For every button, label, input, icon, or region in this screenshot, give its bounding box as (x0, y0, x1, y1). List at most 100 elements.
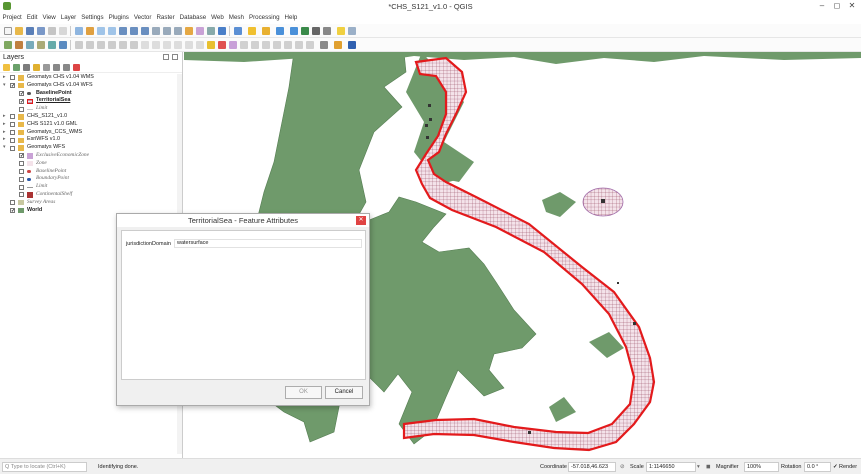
menu-project[interactable]: Project (0, 13, 24, 21)
toggle-editing-icon[interactable] (15, 41, 23, 49)
layer-tree-item[interactable]: ▸ CHS S121 v1.0 GML (0, 121, 177, 129)
layer-visibility-checkbox[interactable] (19, 168, 24, 174)
layer-tree-item[interactable]: ▾ Geomatys WFS (0, 144, 177, 152)
processing-toolbox-icon[interactable] (301, 27, 309, 35)
layer-visibility-checkbox[interactable] (10, 75, 15, 81)
menu-raster[interactable]: Raster (154, 13, 177, 21)
layer-properties-icon[interactable] (251, 41, 259, 49)
layer-tree-item[interactable]: ✓ BaselinePoint (0, 90, 177, 98)
layer-tree-item[interactable]: ▾ ✓ Geomatys CHS v1.04 WFS (0, 82, 177, 90)
pan-icon[interactable] (75, 27, 83, 35)
pin-labels-icon[interactable] (152, 41, 160, 49)
identify-features-icon[interactable] (234, 27, 242, 35)
layer-tree-item[interactable]: BoundaryPoint (0, 175, 177, 183)
annotation-icon[interactable] (229, 41, 237, 49)
show-bookmarks-icon[interactable] (207, 27, 215, 35)
statistics-icon[interactable] (290, 27, 298, 35)
render-checkbox-icon[interactable]: ✓ (833, 464, 838, 470)
layer-visibility-checkbox[interactable] (10, 200, 15, 206)
layer-visibility-checkbox[interactable]: ✓ (19, 153, 24, 159)
close-panel-icon[interactable] (172, 54, 178, 60)
filter-icon[interactable] (306, 41, 314, 49)
zoom-layer-icon[interactable] (141, 27, 149, 35)
new-bookmark-icon[interactable] (196, 27, 204, 35)
cut-features-icon[interactable] (86, 41, 94, 49)
layer-visibility-checkbox[interactable] (10, 137, 15, 143)
sum-icon[interactable] (312, 27, 320, 35)
metadata-icon[interactable] (295, 41, 303, 49)
zoom-in-icon[interactable] (97, 27, 105, 35)
refresh-icon[interactable] (218, 27, 226, 35)
maximize-icon[interactable]: ◻ (830, 1, 844, 11)
layer-visibility-checkbox[interactable] (10, 122, 15, 128)
layer-tree-item[interactable]: BaselinePoint (0, 168, 177, 176)
expand-arrow-icon[interactable]: ▸ (3, 129, 8, 137)
layer-visibility-checkbox[interactable]: ✓ (10, 83, 15, 89)
select-features-icon[interactable] (248, 27, 256, 35)
expand-arrow-icon[interactable]: ▸ (3, 136, 8, 144)
collapse-arrow-icon[interactable]: ▾ (3, 82, 8, 90)
layer-tree-item[interactable]: ✓ TerritorialSea (0, 97, 177, 105)
open-layer-styling-icon[interactable] (3, 64, 10, 71)
label-tool-icon[interactable] (141, 41, 149, 49)
remove-layer-icon[interactable] (73, 64, 80, 71)
layer-tree-item[interactable]: Limit (0, 183, 177, 191)
measure-icon[interactable] (323, 27, 331, 35)
style-dock-icon[interactable] (240, 41, 248, 49)
ok-button[interactable]: OK (285, 386, 322, 399)
show-labels-icon[interactable] (163, 41, 171, 49)
menu-settings[interactable]: Settings (79, 13, 106, 21)
filter-expression-icon[interactable] (43, 64, 50, 71)
delete-selected-icon[interactable] (75, 41, 83, 49)
zoom-native-icon[interactable] (152, 27, 160, 35)
pan-to-selection-icon[interactable] (86, 27, 94, 35)
layer-tree-item[interactable]: ▸ CHS_S121_v1.0 (0, 113, 177, 121)
close-icon[interactable]: ✕ (845, 1, 859, 11)
text-annotation-icon[interactable] (348, 27, 356, 35)
digitize-icon[interactable] (26, 41, 34, 49)
menu-vector[interactable]: Vector (131, 13, 154, 21)
zoom-selection-icon[interactable] (130, 27, 138, 35)
layer-visibility-checkbox[interactable] (10, 145, 15, 151)
scale-field[interactable]: 1:1146650 (646, 462, 696, 472)
lock-scale-icon[interactable]: ⊘ (620, 464, 625, 470)
new-project-icon[interactable] (4, 27, 12, 35)
plugin-manager-icon[interactable] (334, 41, 342, 49)
layer-notes-icon[interactable] (284, 41, 292, 49)
menu-web[interactable]: Web (209, 13, 227, 21)
move-label-icon[interactable] (174, 41, 182, 49)
rotate-label-icon[interactable] (185, 41, 193, 49)
new-map-view-icon[interactable] (185, 27, 193, 35)
open-project-icon[interactable] (15, 27, 23, 35)
menu-database[interactable]: Database (177, 13, 209, 21)
layer-tree-item[interactable]: ▸ Geomatys CHS v1.04 WMS (0, 74, 177, 82)
layer-tree-item[interactable]: ▸ Geomatys_CCS_WMS (0, 129, 177, 137)
zoom-full-icon[interactable] (119, 27, 127, 35)
zoom-out-icon[interactable] (108, 27, 116, 35)
layout-manager-icon[interactable] (59, 27, 67, 35)
diagram-icon[interactable] (218, 41, 226, 49)
zoom-last-icon[interactable] (163, 27, 171, 35)
redo-icon[interactable] (130, 41, 138, 49)
manage-themes-icon[interactable] (23, 64, 30, 71)
layer-tree-item[interactable]: ContinentalShelf (0, 191, 177, 199)
dialog-close-icon[interactable]: ✕ (356, 216, 366, 225)
magnifier-field[interactable]: 100% (744, 462, 779, 472)
help-icon[interactable] (348, 41, 356, 49)
layer-visibility-checkbox[interactable]: ✓ (19, 98, 24, 104)
change-label-icon[interactable] (196, 41, 204, 49)
layer-visibility-checkbox[interactable]: ✓ (10, 207, 15, 213)
menu-edit[interactable]: Edit (24, 13, 40, 21)
deselect-icon[interactable] (262, 27, 270, 35)
vertex-tool-icon[interactable] (48, 41, 56, 49)
menu-view[interactable]: View (40, 13, 58, 21)
cancel-button[interactable]: Cancel (325, 386, 363, 399)
locator-search-input[interactable]: Q Type to locate (Ctrl+K) (2, 462, 87, 472)
menu-layer[interactable]: Layer (58, 13, 78, 21)
add-group-icon[interactable] (13, 64, 20, 71)
layer-visibility-checkbox[interactable] (10, 129, 15, 135)
save-as-icon[interactable] (37, 27, 45, 35)
new-print-layout-icon[interactable] (48, 27, 56, 35)
current-edits-icon[interactable] (4, 41, 12, 49)
menu-processing[interactable]: Processing (246, 13, 282, 21)
